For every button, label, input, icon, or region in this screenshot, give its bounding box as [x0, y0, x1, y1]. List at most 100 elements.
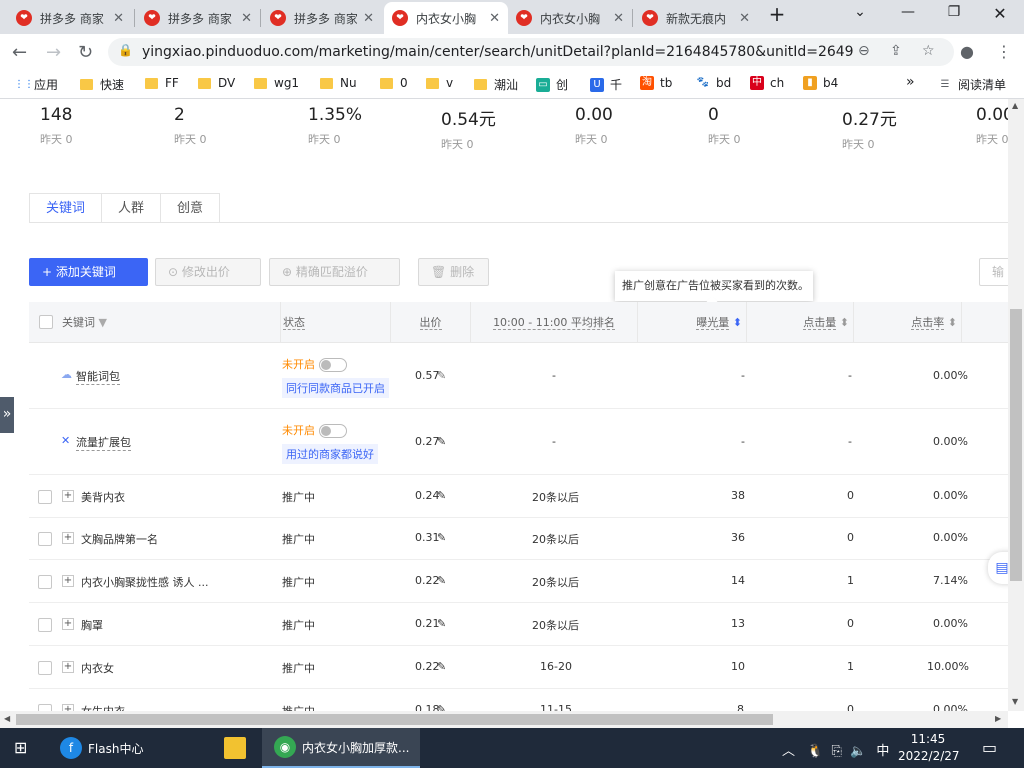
taskbar-app-flash[interactable]: f Flash中心 — [60, 728, 143, 768]
scroll-left-icon[interactable]: ◀ — [4, 714, 10, 723]
browser-tab[interactable]: ❤ 拼多多 商家 ✕ — [8, 2, 132, 34]
row-checkbox[interactable] — [38, 661, 52, 675]
tab-creative[interactable]: 创意 — [160, 193, 221, 223]
star-icon[interactable]: ☆ — [922, 43, 935, 59]
expand-row-icon[interactable]: + — [62, 490, 74, 502]
row-checkbox[interactable] — [38, 490, 52, 504]
bookmark-folder[interactable]: DV — [198, 76, 235, 90]
bookmarks-overflow-icon[interactable]: » — [906, 74, 915, 90]
vertical-scrollbar[interactable]: ▲ ▼ — [1008, 99, 1024, 711]
bookmark-folder[interactable]: 0 — [380, 76, 408, 90]
bookmark-apps[interactable]: ⋮⋮ 应用 — [14, 76, 58, 93]
edit-icon[interactable]: ✎ — [437, 703, 446, 711]
tab-audience[interactable]: 人群 — [101, 193, 161, 223]
volume-icon[interactable]: 🔈 — [850, 744, 866, 759]
vertical-scroll-thumb[interactable] — [1010, 309, 1022, 581]
exact-match-premium-button[interactable]: ⊕ 精确匹配溢价 — [269, 258, 400, 286]
browser-tab[interactable]: ❤ 内衣女小胸 ✕ — [508, 2, 632, 34]
edit-icon[interactable]: ✎ — [437, 617, 446, 630]
reload-icon[interactable]: ↻ — [78, 42, 93, 63]
bookmark-folder[interactable]: 快速 — [80, 76, 124, 93]
expand-row-icon[interactable]: + — [62, 618, 74, 630]
expand-row-icon[interactable]: + — [62, 532, 74, 544]
edit-icon[interactable]: ✎ — [437, 435, 446, 448]
row-checkbox[interactable] — [38, 618, 52, 632]
expand-row-icon[interactable]: + — [62, 661, 74, 673]
row-checkbox[interactable] — [38, 532, 52, 546]
search-input[interactable]: 输 — [979, 258, 1008, 286]
filter-icon[interactable]: ▼ — [99, 316, 107, 329]
ime-indicator[interactable]: 中 — [876, 744, 889, 759]
taskbar-app-chrome[interactable]: ◉ 内衣女小胸加厚款... — [262, 728, 420, 768]
notification-icon[interactable]: ▭ — [982, 738, 997, 757]
bookmark-link[interactable]: 淘 tb — [640, 76, 672, 90]
url-text[interactable]: yingxiao.pinduoduo.com/marketing/main/ce… — [142, 44, 854, 60]
browser-tab-active[interactable]: ❤ 内衣女小胸 ✕ — [384, 2, 508, 34]
bookmark-link[interactable]: ▭ 创 — [536, 76, 568, 93]
select-all-checkbox[interactable] — [39, 315, 53, 329]
traffic-expansion-pack[interactable]: 流量扩展包 — [76, 434, 131, 451]
clock[interactable]: 11:45 2022/2/27 — [898, 731, 960, 765]
row-checkbox[interactable] — [38, 704, 52, 711]
bookmark-folder[interactable]: v — [426, 76, 453, 90]
bookmark-link[interactable]: ▮ b4 — [803, 76, 838, 90]
col-ctr[interactable]: 点击率 ⬍ — [854, 302, 962, 343]
close-icon[interactable]: ✕ — [241, 11, 252, 26]
maximize-icon[interactable]: ❐ — [934, 4, 974, 20]
expand-row-icon[interactable]: + — [62, 704, 74, 711]
bookmark-folder[interactable]: wg1 — [254, 76, 299, 90]
edit-icon[interactable]: ✎ — [437, 574, 446, 587]
zoom-icon[interactable]: ⊖ — [858, 43, 870, 59]
qq-icon[interactable]: 🐧 — [807, 744, 823, 759]
sort-icon[interactable]: ⬍ — [840, 316, 849, 329]
col-impressions[interactable]: 曝光量 ⬍ — [638, 302, 747, 343]
minimize-icon[interactable]: — — [888, 4, 928, 20]
horizontal-scroll-thumb[interactable] — [16, 714, 773, 725]
scroll-up-icon[interactable]: ▲ — [1012, 101, 1018, 110]
bookmark-link[interactable]: U千 — [590, 76, 622, 93]
tab-search-icon[interactable]: ⌄ — [840, 4, 880, 20]
forward-icon[interactable]: → — [46, 42, 61, 63]
back-icon[interactable]: ← — [12, 42, 27, 63]
horizontal-scrollbar[interactable]: ◀ ▶ — [0, 711, 1008, 728]
bookmark-link[interactable]: 🐾 bd — [696, 76, 731, 90]
enable-toggle[interactable] — [319, 358, 347, 372]
url-bar[interactable]: 🔒 yingxiao.pinduoduo.com/marketing/main/… — [108, 38, 954, 66]
edit-icon[interactable]: ✎ — [437, 660, 446, 673]
modify-bid-button[interactable]: ⊙ 修改出价 — [155, 258, 261, 286]
bookmark-folder[interactable]: FF — [145, 76, 179, 90]
bookmark-folder[interactable]: 潮汕 — [474, 76, 518, 93]
profile-icon[interactable]: ● — [960, 42, 974, 61]
tray-expand-icon[interactable]: ︿ — [782, 744, 795, 759]
browser-tab[interactable]: ❤ 新款无痕内 ✕ — [634, 2, 758, 34]
reading-list[interactable]: ☰ 阅读清单 — [938, 76, 1007, 93]
edit-icon[interactable]: ✎ — [437, 531, 446, 544]
close-icon[interactable]: ✕ — [613, 11, 624, 26]
bookmark-link[interactable]: 中 ch — [750, 76, 784, 90]
smart-keyword-pack[interactable]: 智能词包 — [76, 368, 120, 385]
close-icon[interactable]: ✕ — [739, 11, 750, 26]
side-expand-handle[interactable]: » — [0, 397, 14, 433]
row-checkbox[interactable] — [38, 575, 52, 589]
scroll-right-icon[interactable]: ▶ — [995, 714, 1001, 723]
tab-keywords[interactable]: 关键词 — [29, 193, 102, 223]
taskbar-app-explorer[interactable] — [224, 728, 252, 768]
browser-tab[interactable]: ❤ 拼多多 商家 ✕ — [136, 2, 260, 34]
enable-toggle[interactable] — [319, 424, 347, 438]
sort-icon[interactable]: ⬍ — [948, 316, 957, 329]
browser-tab[interactable]: ❤ 拼多多 商家 ✕ — [262, 2, 382, 34]
lock-icon[interactable]: 🔒 — [118, 43, 133, 57]
bookmark-folder[interactable]: Nu — [320, 76, 357, 90]
expand-row-icon[interactable]: + — [62, 575, 74, 587]
close-icon[interactable]: ✕ — [489, 11, 500, 26]
add-keyword-button[interactable]: + 添加关键词 — [29, 258, 148, 286]
new-tab-button[interactable]: + — [757, 2, 797, 26]
col-clicks[interactable]: 点击量 ⬍ — [747, 302, 854, 343]
sort-icon[interactable]: ⬍ — [733, 316, 742, 329]
close-icon[interactable]: ✕ — [363, 11, 374, 26]
col-keyword[interactable]: 关键词 ▼ — [62, 302, 281, 343]
delete-button[interactable]: 🗑 删除 — [418, 258, 489, 286]
windows-start-icon[interactable]: ⊞ — [14, 739, 32, 757]
share-icon[interactable]: ⇪ — [890, 43, 902, 59]
menu-icon[interactable]: ⋮ — [996, 42, 1012, 61]
